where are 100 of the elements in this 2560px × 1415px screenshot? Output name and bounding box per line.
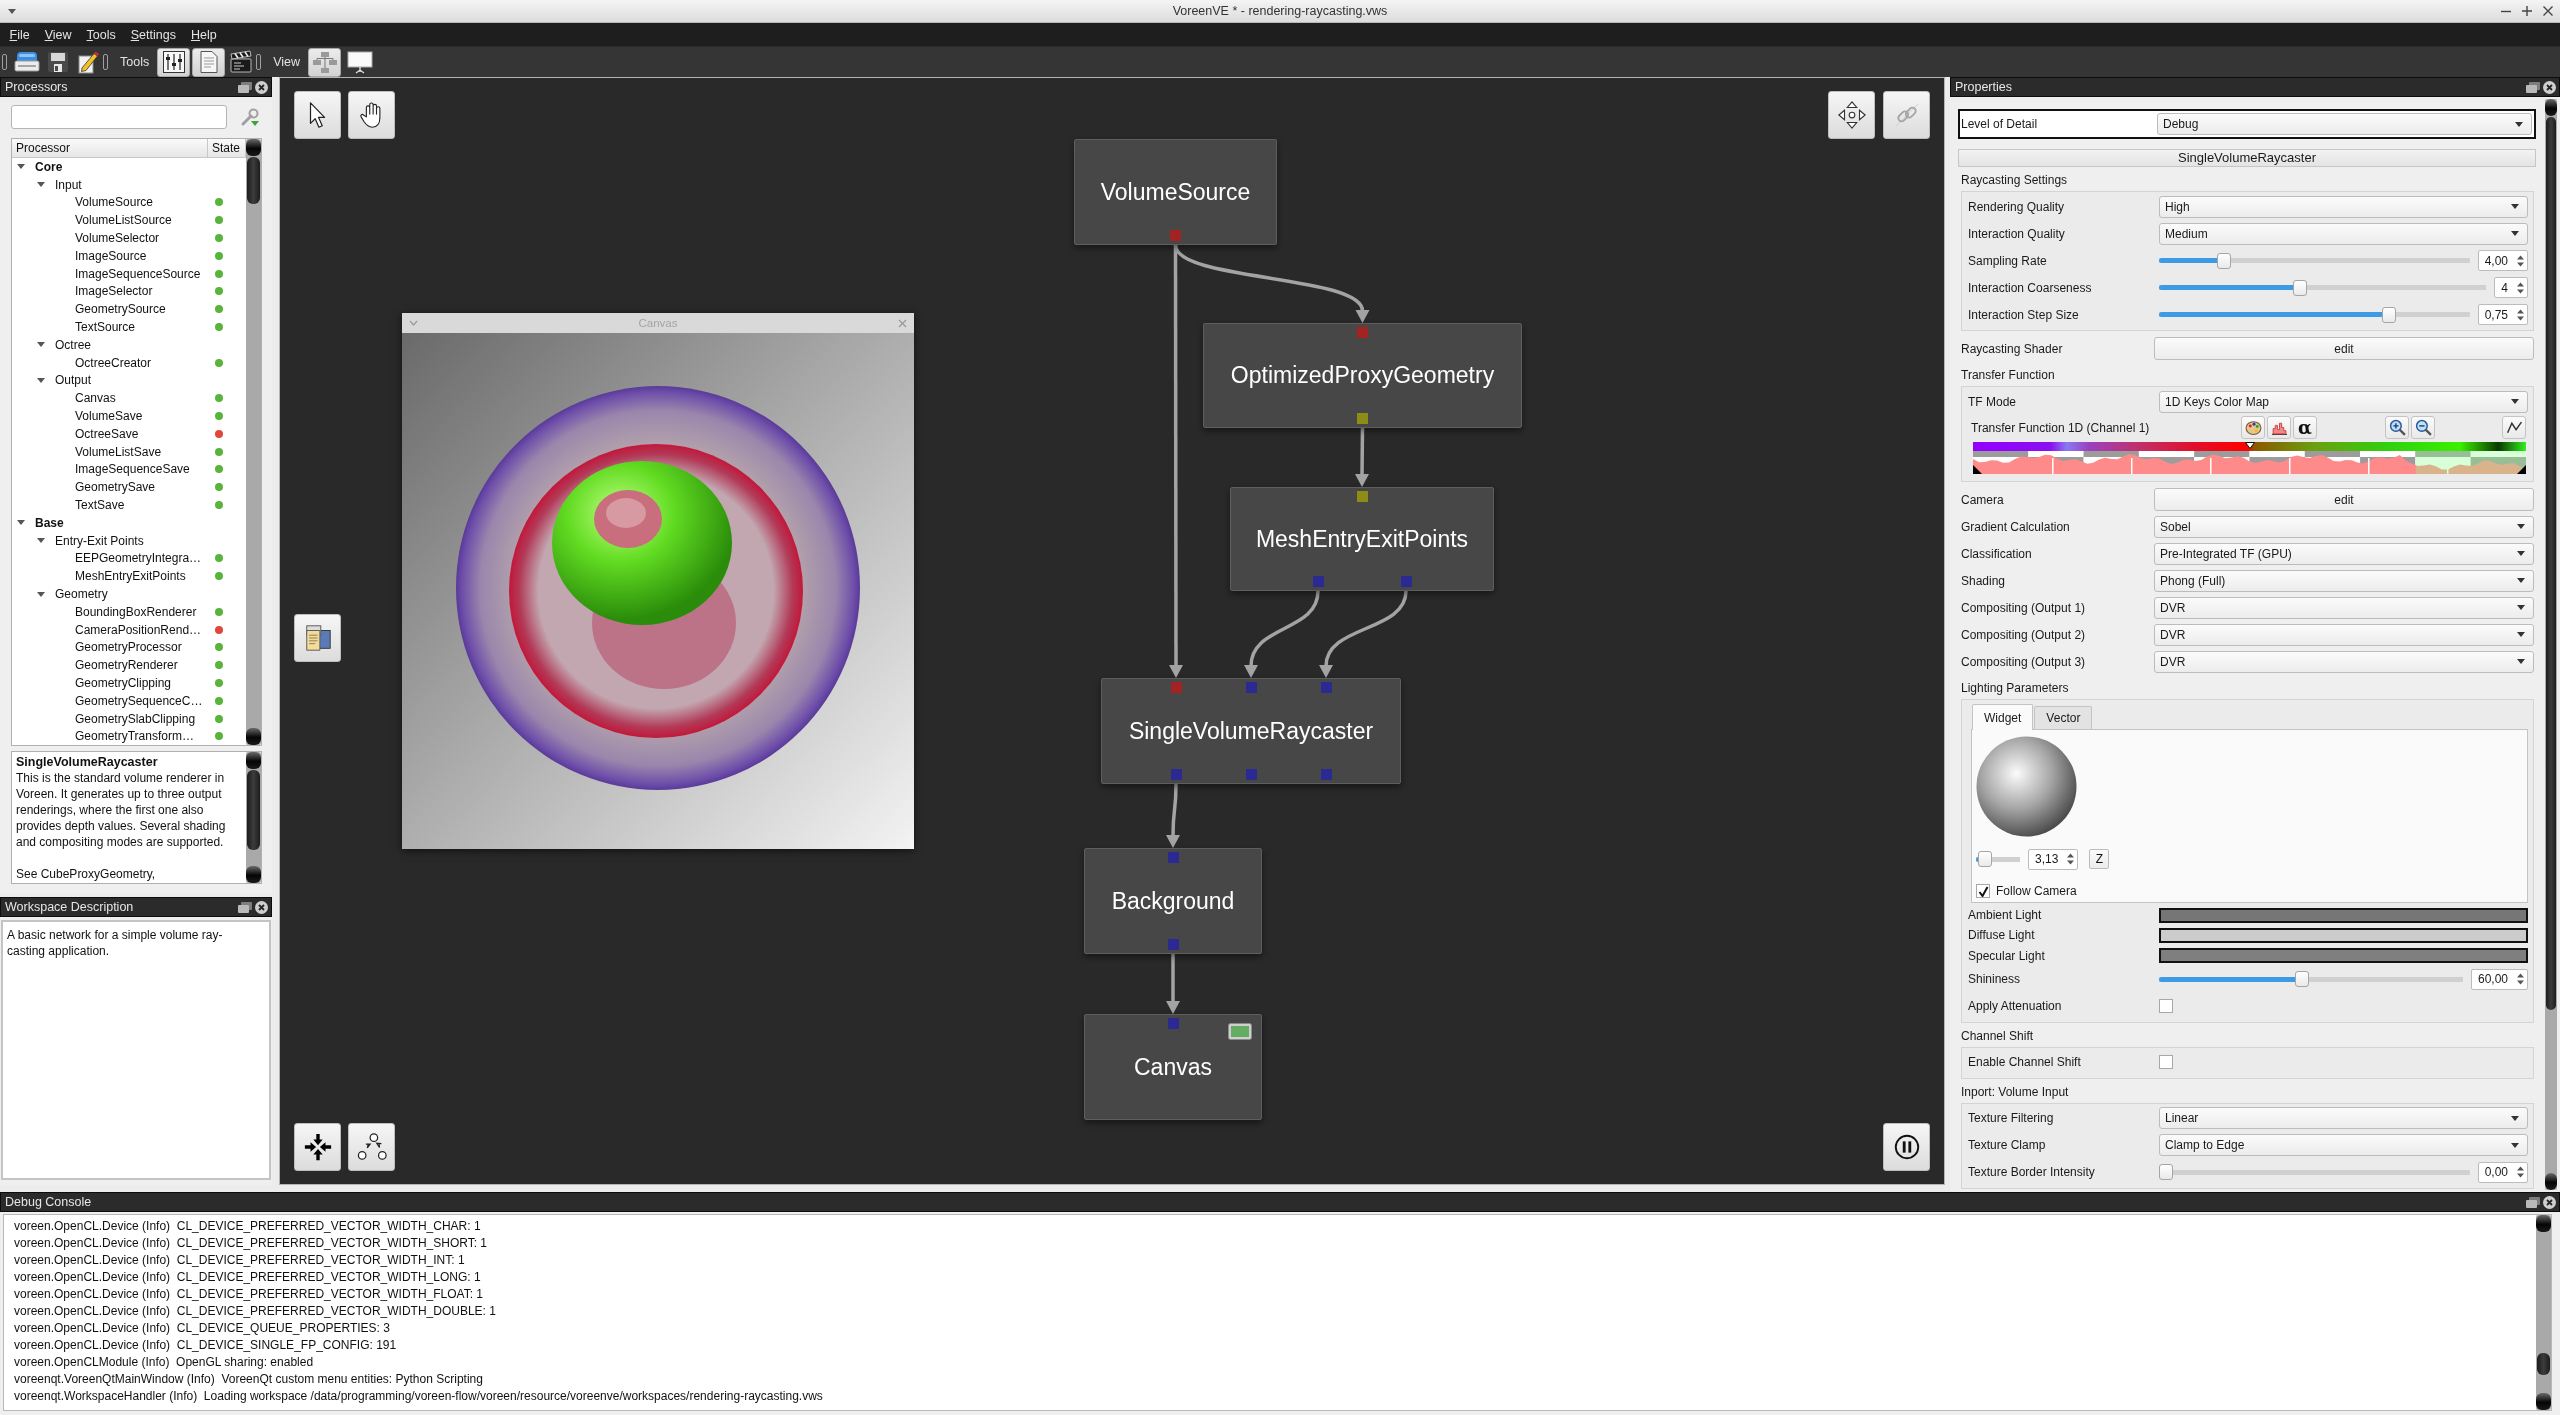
maximize-icon[interactable]: [2521, 5, 2533, 17]
caret-icon[interactable]: [17, 164, 25, 170]
tree-item[interactable]: GeometrySave: [75, 480, 156, 495]
connection-arrow[interactable]: [1166, 784, 1180, 848]
tree-item[interactable]: ImageSequenceSave: [75, 462, 190, 477]
tree-item[interactable]: CameraPositionRend…: [75, 622, 202, 637]
tool-button[interactable]: [348, 1123, 395, 1171]
scroll-up-button[interactable]: [2545, 99, 2557, 116]
tool-button[interactable]: [348, 91, 395, 139]
edit-button[interactable]: edit: [2154, 337, 2534, 360]
alpha-button[interactable]: α: [2293, 416, 2317, 439]
tree-item[interactable]: GeometrySequenceC…: [75, 693, 203, 708]
connection-arrow[interactable]: [1355, 428, 1369, 487]
scrollbar[interactable]: [246, 139, 261, 745]
dropdown[interactable]: Phong (Full): [2154, 569, 2534, 592]
menu-item[interactable]: Help: [183, 27, 225, 42]
tool-button[interactable]: [2385, 416, 2409, 439]
tool-button[interactable]: [294, 1123, 341, 1171]
menu-item[interactable]: View: [37, 27, 80, 42]
slider-thumb[interactable]: [2292, 279, 2307, 296]
dropdown[interactable]: DVR: [2154, 650, 2534, 673]
tree-item[interactable]: Geometry: [55, 587, 108, 601]
spin-box[interactable]: 0,75: [2477, 304, 2528, 325]
checkbox[interactable]: [2159, 999, 2173, 1014]
tree-item[interactable]: EEPGeometryIntegra…: [75, 551, 202, 566]
close-icon[interactable]: [255, 80, 268, 94]
slider-thumb[interactable]: [2159, 1164, 2173, 1181]
tree-item[interactable]: GeometryTransform…: [75, 729, 194, 744]
scrollbar-thumb[interactable]: [247, 770, 260, 850]
wrench-icon[interactable]: [240, 107, 260, 127]
tree-item[interactable]: Output: [55, 373, 92, 388]
dropdown[interactable]: Linear: [2159, 1107, 2528, 1130]
slider-thumb[interactable]: [1978, 851, 1993, 867]
spin-box[interactable]: 60,00: [2470, 968, 2528, 990]
tree-item[interactable]: Entry-Exit Points: [55, 533, 144, 548]
color-map-drawing[interactable]: [1973, 442, 2526, 474]
color-swatch[interactable]: [2159, 907, 2528, 923]
tree-item[interactable]: ImageSequenceSource: [75, 266, 201, 281]
caret-icon[interactable]: [17, 520, 25, 526]
tree-item[interactable]: TextSource: [75, 320, 136, 335]
tree-item[interactable]: VolumeListSave: [75, 444, 162, 459]
spin-box[interactable]: 4: [2494, 277, 2528, 298]
sphere-widget[interactable]: [1976, 736, 2077, 837]
scroll-down-button[interactable]: [2545, 1173, 2557, 1190]
scroll-up-button[interactable]: [246, 752, 261, 769]
menu-item[interactable]: Settings: [123, 27, 184, 42]
tree-item[interactable]: ImageSelector: [75, 284, 153, 299]
scroll-up-button[interactable]: [246, 139, 261, 156]
processor-node[interactable]: VolumeSource: [1074, 139, 1277, 245]
tree-item[interactable]: GeometryRenderer: [75, 658, 178, 673]
dropdown[interactable]: 1D Keys Color Map: [2159, 390, 2528, 413]
caret-icon[interactable]: [37, 182, 45, 188]
checkbox[interactable]: [2159, 1055, 2173, 1070]
tree-item[interactable]: TextSave: [75, 498, 125, 513]
color-swatch[interactable]: [2159, 927, 2528, 943]
tree-item[interactable]: VolumeListSource: [75, 213, 172, 228]
axis-button[interactable]: Z: [2089, 849, 2110, 869]
close-icon[interactable]: [255, 900, 268, 914]
processor-node[interactable]: Canvas: [1084, 1014, 1262, 1120]
menu-item[interactable]: File: [2, 27, 38, 42]
tab[interactable]: Vector: [2034, 706, 2093, 729]
tree-item[interactable]: VolumeSave: [75, 409, 143, 424]
tool-button[interactable]: [1883, 1123, 1930, 1171]
toggle-button[interactable]: [308, 47, 342, 77]
tree-item[interactable]: GeometryProcessor: [75, 640, 182, 655]
tree-item[interactable]: MeshEntryExitPoints: [75, 569, 186, 584]
tree-item[interactable]: Base: [35, 515, 64, 530]
tree-item[interactable]: OctreeSave: [75, 426, 139, 441]
slider-thumb[interactable]: [2294, 971, 2309, 988]
connection-arrow[interactable]: [1166, 954, 1180, 1014]
float-icon[interactable]: [2526, 1196, 2540, 1208]
tree-item[interactable]: GeometrySlabClipping: [75, 711, 196, 726]
dropdown[interactable]: High: [2159, 195, 2528, 218]
search-field[interactable]: [11, 105, 227, 129]
column-header[interactable]: Processor: [12, 139, 208, 158]
close-icon[interactable]: [2542, 5, 2554, 17]
float-icon[interactable]: [238, 81, 252, 93]
tree-item[interactable]: VolumeSelector: [75, 231, 160, 246]
tree-item[interactable]: OctreeCreator: [75, 355, 152, 370]
processor-node[interactable]: MeshEntryExitPoints: [1230, 487, 1494, 591]
pencil-icon[interactable]: [76, 50, 100, 74]
tree-item[interactable]: Input: [55, 177, 82, 192]
scroll-down-button[interactable]: [246, 866, 261, 883]
tree-item[interactable]: VolumeSource: [75, 195, 154, 210]
dropdown[interactable]: DVR: [2154, 596, 2534, 619]
tree-item[interactable]: Canvas: [75, 391, 116, 406]
tool-button[interactable]: [2267, 416, 2291, 439]
scrollbar[interactable]: [246, 752, 261, 883]
caret-icon[interactable]: [37, 538, 45, 544]
toolbar-handle[interactable]: [256, 54, 262, 70]
float-icon[interactable]: [238, 901, 252, 913]
caret-icon[interactable]: [37, 591, 45, 597]
dropdown[interactable]: Sobel: [2154, 515, 2534, 538]
printer-icon[interactable]: [14, 50, 40, 74]
dropdown[interactable]: Pre-Integrated TF (GPU): [2154, 542, 2534, 565]
tab[interactable]: Widget: [1972, 704, 2034, 730]
checkbox[interactable]: [1976, 884, 1990, 898]
column-header[interactable]: State: [208, 139, 246, 158]
spin-box[interactable]: 0,00: [2477, 1161, 2528, 1183]
connection-arrow[interactable]: [1319, 590, 1408, 678]
